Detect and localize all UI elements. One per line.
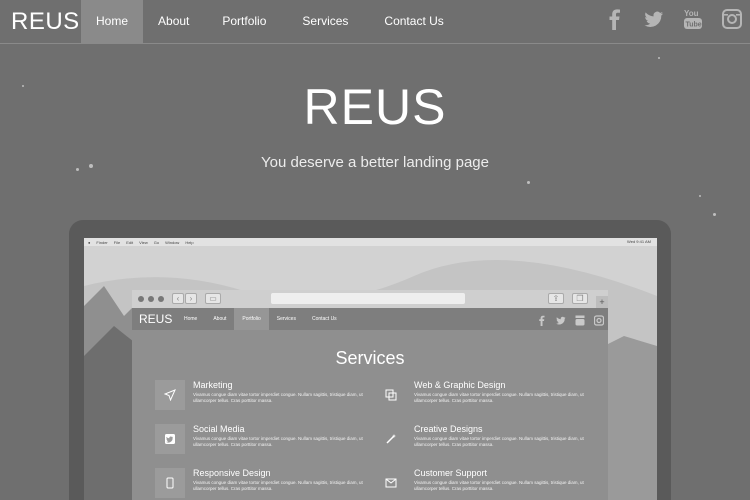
mac-clock: Wed 9:41 AM [627, 239, 651, 244]
preview-social-links [537, 313, 605, 326]
service-description: Vivamus congue diam vitae tortor imperdi… [414, 436, 584, 447]
mac-menu-help: Help [185, 239, 194, 245]
services-heading: Services [335, 348, 405, 368]
hero-title: REUS [303, 79, 447, 135]
service-name: Social Media [193, 424, 245, 434]
minimize-window-button[interactable] [148, 296, 154, 302]
service-name: Responsive Design [193, 468, 271, 478]
mac-menu-finder: Finder [96, 239, 108, 245]
copy-icon [376, 380, 406, 410]
service-description: Vivamus congue diam vitae tortor imperdi… [414, 392, 584, 403]
mac-menu-bar: ● Finder File Edit View Go Window Help [84, 238, 657, 246]
youtube-icon[interactable]: You Tube [683, 8, 703, 30]
service-description: Vivamus congue diam vitae tortor imperdi… [414, 480, 584, 491]
service-creative-designs: Creative Designs Vivamus congue diam vit… [376, 424, 591, 458]
zoom-window-button[interactable] [158, 296, 164, 302]
sidebar-toggle-icon[interactable]: ▭ [205, 293, 221, 304]
twitter-square-icon [155, 424, 185, 454]
facebook-icon[interactable] [605, 8, 625, 30]
tabs-icon[interactable]: ❐ [572, 293, 588, 304]
service-web-graphic-design: Web & Graphic Design Vivamus congue diam… [376, 380, 591, 414]
mac-menu-edit: Edit [126, 239, 134, 245]
preview-youtube-icon [575, 313, 585, 326]
service-name: Web & Graphic Design [414, 380, 506, 390]
mac-menu-file: File [113, 239, 121, 245]
mac-menu-view: View [139, 239, 148, 245]
service-description: Vivamus congue diam vitae tortor imperdi… [193, 392, 363, 403]
browser-window: ‹ › ▭ ⇪ ❐ + REUS Home About Portfolio Se… [132, 290, 608, 500]
address-bar[interactable] [271, 293, 465, 304]
site-logo[interactable]: REUS [11, 8, 80, 36]
main-menu: Home About Portfolio Services Contact Us [81, 0, 462, 43]
mac-menu-go: Go [153, 239, 160, 245]
preview-nav-services: Services [276, 316, 296, 322]
service-customer-support: Customer Support Vivamus congue diam vit… [376, 468, 591, 500]
apple-icon: ● [88, 239, 91, 245]
svg-text:You: You [684, 9, 699, 18]
laptop-screen: ● Finder File Edit View Go Window Help W… [84, 238, 657, 500]
preview-instagram-icon [593, 313, 605, 326]
preview-twitter-icon [556, 313, 566, 325]
service-name: Creative Designs [414, 424, 483, 434]
hero-subtitle: You deserve a better landing page [261, 154, 489, 171]
social-links: You Tube [605, 8, 742, 30]
paper-plane-icon [155, 380, 185, 410]
share-icon[interactable]: ⇪ [548, 293, 564, 304]
service-social-media: Social Media Vivamus congue diam vitae t… [155, 424, 370, 458]
preview-nav-portfolio: Portfolio [234, 308, 269, 330]
svg-text:Tube: Tube [686, 22, 702, 29]
browser-toolbar: ‹ › ▭ ⇪ ❐ + [132, 290, 608, 308]
nav-item-home[interactable]: Home [81, 0, 144, 43]
service-name: Marketing [193, 380, 233, 390]
top-nav: REUS Home About Portfolio Services Conta… [0, 0, 750, 44]
twitter-icon[interactable] [644, 8, 664, 30]
forward-button[interactable]: › [185, 293, 197, 304]
service-marketing: Marketing Vivamus congue diam vitae tort… [155, 380, 370, 414]
preview-nav-about: About [213, 316, 227, 322]
nav-item-services[interactable]: Services [284, 0, 366, 43]
preview-facebook-icon [537, 313, 547, 326]
service-description: Vivamus congue diam vitae tortor imperdi… [193, 436, 363, 447]
mobile-icon [155, 468, 185, 498]
preview-nav-home: Home [184, 316, 198, 322]
back-button[interactable]: ‹ [172, 293, 184, 304]
magic-wand-icon [376, 424, 406, 454]
close-window-button[interactable] [138, 296, 144, 302]
service-name: Customer Support [414, 468, 488, 478]
preview-nav-contact: Contact Us [311, 316, 337, 322]
service-responsive-design: Responsive Design Vivamus congue diam vi… [155, 468, 370, 500]
nav-item-contact[interactable]: Contact Us [366, 0, 461, 43]
mac-menu-window: Window [165, 239, 180, 245]
preview-site-nav: REUS Home About Portfolio Services Conta… [132, 308, 608, 330]
instagram-icon[interactable] [722, 8, 742, 30]
preview-site-logo: REUS [139, 312, 173, 326]
new-tab-button[interactable]: + [596, 296, 608, 308]
envelope-icon [376, 468, 406, 498]
preview-site-menu: Home About Portfolio Services Contact Us [176, 308, 345, 330]
service-description: Vivamus congue diam vitae tortor imperdi… [193, 480, 363, 491]
nav-item-portfolio[interactable]: Portfolio [204, 0, 284, 43]
nav-item-about[interactable]: About [143, 0, 204, 43]
